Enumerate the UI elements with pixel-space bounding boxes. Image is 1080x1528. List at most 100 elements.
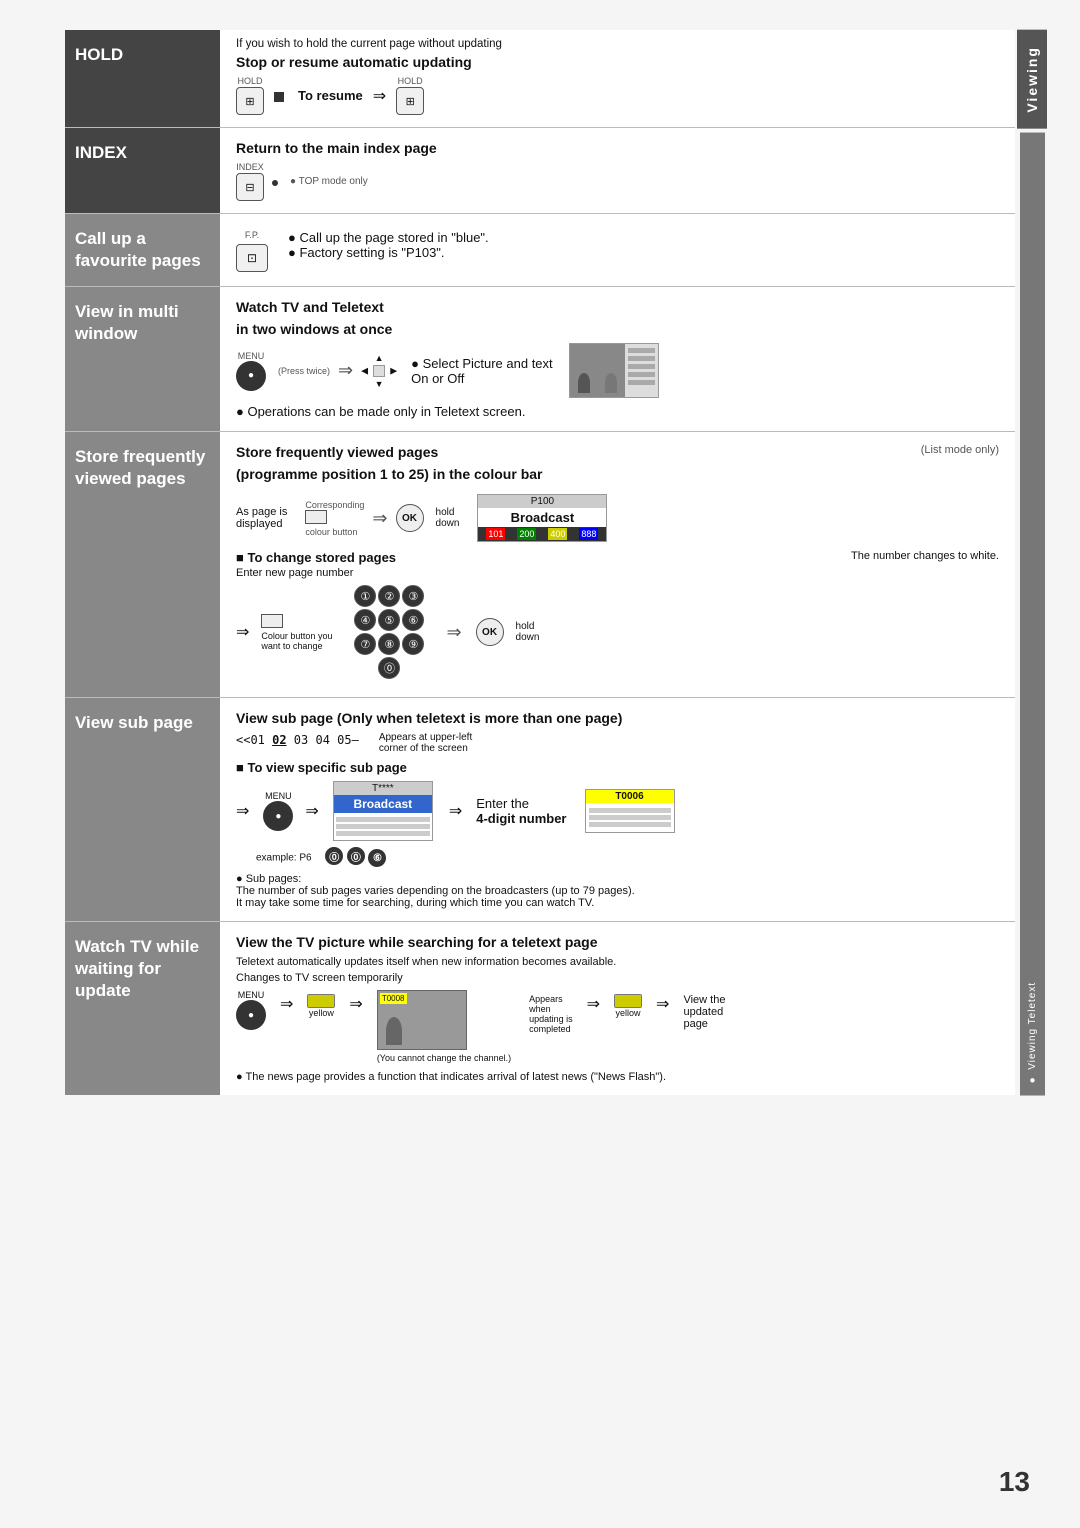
- index-top-mode: ● TOP mode only: [290, 176, 368, 187]
- menu-label2: MENU: [265, 791, 292, 801]
- example-digits: ⓪ ⓪ ⑥: [325, 849, 386, 864]
- to-change-section: ■ To change stored pages The number chan…: [236, 550, 999, 679]
- bar-item-1: 101: [486, 528, 505, 540]
- t-box-header: T****: [334, 782, 432, 795]
- as-page-labels: As page is displayed: [236, 506, 287, 530]
- t0006-line1: [589, 808, 671, 813]
- to-change-title: ■ To change stored pages: [236, 550, 396, 565]
- num-6[interactable]: ⑥: [402, 609, 424, 631]
- t0008-badge: T0008: [380, 993, 407, 1004]
- store-label: Store frequently viewed pages: [65, 432, 220, 697]
- enter-digit-label: Enter the: [476, 796, 566, 811]
- yellow-color-block2: [615, 995, 641, 1007]
- arrow-right-12: ⇒: [656, 994, 669, 1014]
- corner-text: corner of the screen: [379, 743, 472, 754]
- menu-group-watchtv: MENU ●: [236, 990, 266, 1030]
- select-text: ● Select Picture and text: [411, 356, 553, 371]
- store-title: Store frequently viewed pages: [236, 444, 542, 460]
- nav-left-arrow: ◀: [361, 365, 368, 376]
- tv-text-area: [625, 344, 658, 397]
- appears-group: Appears when updating is completed: [529, 994, 573, 1034]
- ok-button-change[interactable]: OK: [476, 618, 504, 646]
- arrow-right-10: ⇒: [349, 994, 362, 1014]
- menu-button2[interactable]: ●: [263, 801, 293, 831]
- store-content: Store frequently viewed pages (programme…: [220, 432, 1015, 697]
- view-updated-group: View the updated page: [683, 994, 725, 1030]
- appears-note: Appears at upper-left corner of the scre…: [379, 732, 472, 754]
- tv-still-group: T0008 (You cannot change the channel.): [377, 990, 511, 1063]
- nav-right-arrow: ▶: [390, 365, 397, 376]
- as-page-label: As page is: [236, 506, 287, 518]
- t0006-box: T0006: [585, 789, 675, 833]
- menu-circle-group: MENU ●: [263, 791, 293, 831]
- auto-update-note: Teletext automatically updates itself wh…: [236, 956, 999, 968]
- menu-button3[interactable]: ●: [236, 1000, 266, 1030]
- yellow-button2[interactable]: [614, 994, 642, 1008]
- sub-pages-detail2: It may take some time for searching, dur…: [236, 897, 999, 909]
- subpage-label: View sub page: [65, 698, 220, 921]
- to-view-title: ■ To view specific sub page: [236, 760, 999, 775]
- num-9[interactable]: ⑨: [402, 633, 424, 655]
- menu-label: MENU: [238, 351, 265, 361]
- press-twice-label: (Press twice): [278, 366, 330, 376]
- tv-picture: [570, 344, 625, 397]
- t0006-header: T0006: [586, 790, 674, 803]
- t0006-line2: [589, 815, 671, 820]
- num-8[interactable]: ⑧: [378, 633, 400, 655]
- completed-label: completed: [529, 1024, 573, 1034]
- ok-button-store[interactable]: OK: [396, 504, 424, 532]
- digit-label: 4-digit number: [476, 811, 566, 826]
- yellow-button1[interactable]: [307, 994, 335, 1008]
- arrow-right-7: ⇒: [305, 801, 318, 821]
- fp-note2: ● Factory setting is "P103".: [288, 245, 489, 260]
- sub-pages-detail: The number of sub pages varies depending…: [236, 885, 999, 897]
- arrow-right-2: ⇒: [338, 360, 353, 381]
- num-0[interactable]: ⓪: [378, 657, 400, 679]
- fp-row: F.P. ⊡ ● Call up the page stored in "blu…: [236, 230, 999, 272]
- numpad: ① ② ③ ④ ⑤ ⑥ ⑦ ⑧ ⑨ ⓪: [354, 585, 424, 679]
- num-3[interactable]: ③: [402, 585, 424, 607]
- arrow-right-6: ⇒: [236, 801, 249, 821]
- fp-label-text: F.P.: [245, 230, 259, 240]
- num-5[interactable]: ⑤: [378, 609, 400, 631]
- subpage-view-row: ⇒ MENU ● ⇒ T**** Broadcast: [236, 781, 999, 841]
- store-diagram-row: As page is displayed Corresponding colou…: [236, 494, 999, 542]
- tv-still: T0008: [377, 990, 467, 1050]
- menu-button[interactable]: ●: [236, 361, 266, 391]
- colour-btn-group: Corresponding colour button: [305, 500, 364, 537]
- hold-content: If you wish to hold the current page wit…: [220, 30, 1015, 127]
- to-view-section: ■ To view specific sub page ⇒ MENU ● ⇒ T…: [236, 760, 999, 867]
- appears-text: Appears at upper-left: [379, 732, 472, 743]
- hold-label: HOLD: [65, 30, 220, 127]
- hold-top-note: If you wish to hold the current page wit…: [236, 38, 999, 50]
- fp-icon: ⊡: [236, 244, 268, 272]
- tv-line3: [628, 364, 655, 369]
- nav-down-arrow: ▼: [375, 379, 384, 389]
- ex-digit-0-2: ⓪: [347, 847, 365, 865]
- colour-rect: [305, 510, 327, 524]
- index-icon: ⊟: [236, 173, 264, 201]
- menu-label3: MENU: [238, 990, 265, 1000]
- enter-new-label: Enter new page number: [236, 567, 999, 579]
- page-wrapper: HOLD If you wish to hold the current pag…: [0, 0, 1080, 1528]
- broadcast-box: P100 Broadcast 101 200 400 888: [477, 494, 607, 542]
- ex-digit-0-1: ⓪: [325, 847, 343, 865]
- hold-down-label: hold down: [436, 507, 460, 529]
- arrow-right-4: ⇒: [236, 622, 249, 642]
- list-mode-only: (List mode only): [921, 444, 999, 456]
- broadcast-bar: 101 200 400 888: [478, 527, 606, 541]
- num-4[interactable]: ④: [354, 609, 376, 631]
- view-updated-text: View the: [683, 994, 725, 1006]
- select-text-block: ● Select Picture and text On or Off: [411, 356, 553, 386]
- number-changes-note: The number changes to white.: [851, 550, 999, 565]
- arrow-right-9: ⇒: [280, 994, 293, 1014]
- yellow-btn-group2: yellow: [614, 994, 642, 1018]
- index-section: INDEX Return to the main index page INDE…: [65, 128, 1015, 214]
- num-2[interactable]: ②: [378, 585, 400, 607]
- tv-preview: [569, 343, 659, 398]
- num-1[interactable]: ①: [354, 585, 376, 607]
- store-header-row: Store frequently viewed pages (programme…: [236, 444, 999, 488]
- index-label: INDEX: [65, 128, 220, 213]
- multi-menu-row: MENU ● (Press twice) ⇒ ▲ ▼ ◀ ▶: [236, 343, 999, 398]
- num-7[interactable]: ⑦: [354, 633, 376, 655]
